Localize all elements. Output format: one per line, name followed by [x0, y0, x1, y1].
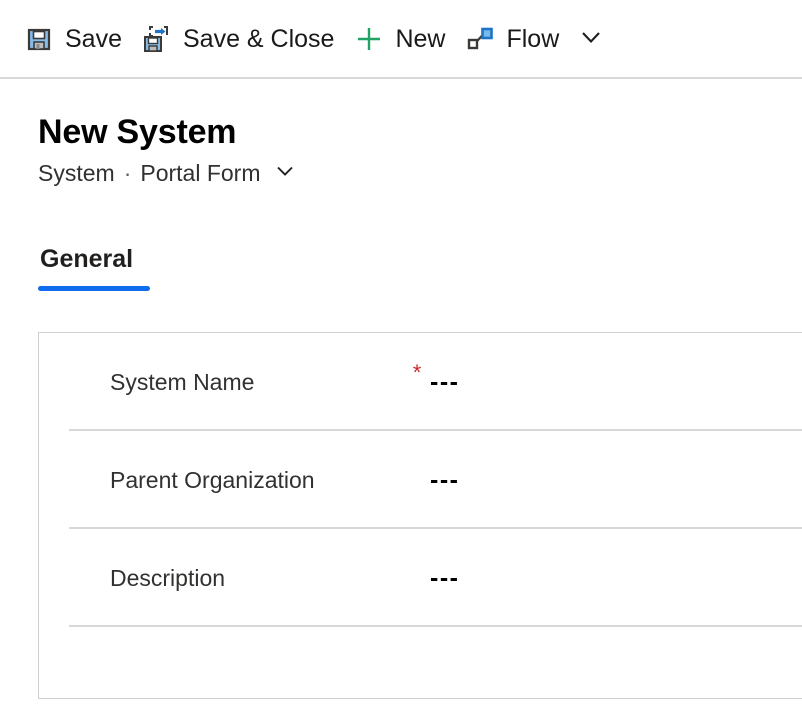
general-tab-section: System Name * --- Parent Organization --…	[38, 332, 802, 699]
plus-icon	[354, 24, 384, 54]
save-and-close-button-label: Save & Close	[182, 24, 335, 53]
form-selector-button[interactable]	[272, 160, 298, 186]
field-row-description: Description ---	[39, 529, 802, 627]
field-value-parent-organization[interactable]: ---	[430, 466, 459, 494]
command-bar: Save Save & Close New Flow	[0, 0, 802, 78]
tab-selected-indicator	[38, 286, 150, 291]
command-bar-overflow-button[interactable]	[569, 11, 613, 67]
field-separator	[69, 625, 802, 627]
breadcrumb: System · Portal Form	[38, 159, 802, 187]
save-and-close-icon	[142, 24, 172, 54]
field-value-description[interactable]: ---	[430, 564, 459, 592]
field-label-description: Description	[110, 565, 226, 591]
form-name[interactable]: Portal Form	[140, 159, 260, 187]
breadcrumb-separator: ·	[123, 160, 132, 186]
field-row-system-name: System Name * ---	[39, 333, 802, 431]
new-button[interactable]: New	[344, 11, 455, 67]
form-tab-strip: General	[0, 240, 802, 298]
tab-general-label: General	[40, 245, 134, 273]
save-button[interactable]: Save	[14, 11, 132, 67]
field-row-parent-organization: Parent Organization ---	[39, 431, 802, 529]
chevron-down-icon	[576, 22, 606, 57]
flow-icon	[465, 24, 495, 54]
record-header: New System System · Portal Form	[0, 78, 802, 223]
flow-button[interactable]: Flow	[455, 11, 569, 67]
save-button-label: Save	[65, 24, 122, 53]
required-asterisk-system-name: *	[412, 360, 422, 385]
field-label-system-name: System Name	[110, 369, 255, 395]
tab-general[interactable]: General	[38, 240, 150, 296]
save-and-close-button[interactable]: Save & Close	[132, 11, 344, 67]
flow-button-label: Flow	[506, 24, 560, 53]
field-value-system-name[interactable]: ---	[430, 368, 459, 396]
entity-name: System	[38, 160, 115, 186]
chevron-down-icon	[273, 159, 297, 188]
field-label-parent-organization: Parent Organization	[110, 467, 315, 493]
page-title: New System	[38, 113, 237, 151]
new-button-label: New	[395, 24, 446, 53]
save-floppy-icon	[24, 24, 54, 54]
